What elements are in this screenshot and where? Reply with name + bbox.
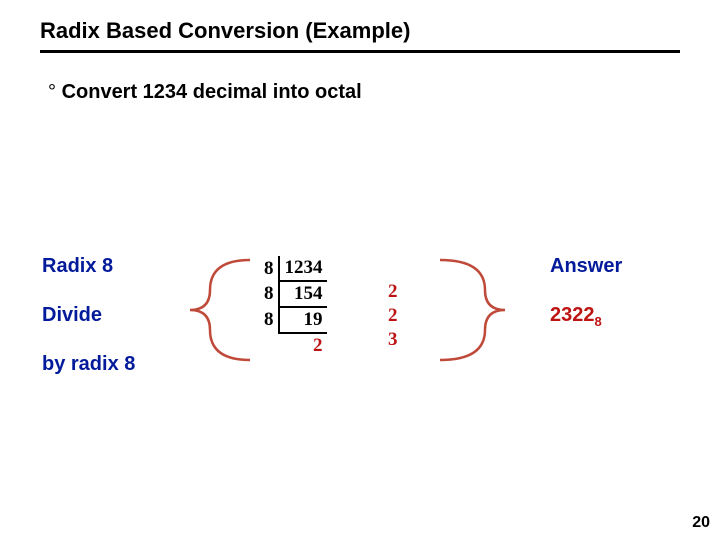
bullet-convert: ° Convert 1234 decimal into octal	[48, 81, 720, 104]
label-by-radix: by radix 8	[42, 353, 135, 376]
remainder-1: 2	[388, 280, 398, 304]
answer-base: 8	[595, 314, 602, 329]
left-labels: Radix 8 Divide by radix 8	[42, 255, 135, 402]
label-divide: Divide	[42, 304, 135, 327]
radix-3: 8	[260, 307, 279, 333]
dividend-3: 19	[279, 307, 327, 333]
brace-left-icon	[150, 240, 265, 380]
slide-title: Radix Based Conversion (Example)	[40, 18, 680, 53]
radix-1: 8	[260, 256, 279, 281]
answer-value: 23228	[550, 304, 622, 329]
answer-block: Answer 23228	[550, 255, 622, 329]
answer-label: Answer	[550, 255, 622, 278]
remainders: 2 2 3	[388, 280, 398, 352]
label-radix: Radix 8	[42, 255, 135, 278]
remainder-3: 3	[388, 328, 398, 352]
brace-right-icon	[430, 240, 550, 380]
dividend-1: 1234	[279, 256, 327, 281]
dividend-2: 154	[279, 281, 327, 307]
final-quotient: 2	[279, 333, 327, 358]
remainder-2: 2	[388, 304, 398, 328]
page-number: 20	[692, 514, 710, 532]
division-work: 8 1234 8 154 8 19 2	[260, 256, 327, 358]
radix-2: 8	[260, 281, 279, 307]
bullet-text: Convert 1234 decimal into octal	[62, 81, 362, 103]
answer-digits: 2322	[550, 304, 595, 326]
